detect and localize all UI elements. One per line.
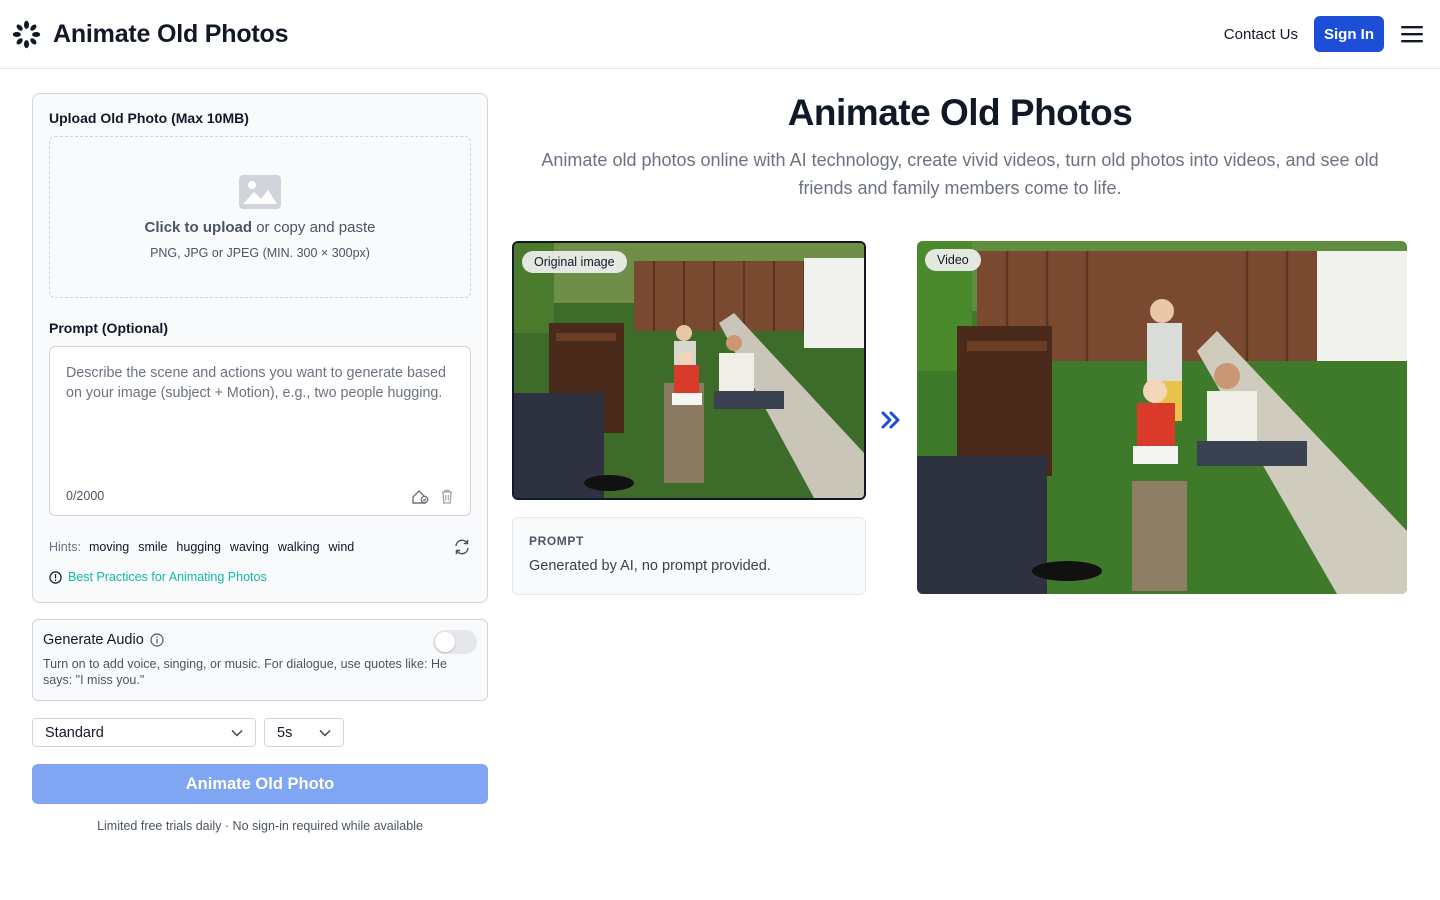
toggle-knob	[435, 632, 455, 652]
header-actions: Contact Us Sign In	[1224, 16, 1428, 52]
original-image-badge: Original image	[522, 251, 627, 273]
prompt-textarea[interactable]: Describe the scene and actions you want …	[49, 346, 471, 516]
copy-paste-text: or copy and paste	[252, 218, 376, 236]
video-badge: Video	[925, 249, 981, 271]
best-practices-label: Best Practices for Animating Photos	[68, 570, 267, 584]
click-to-upload[interactable]: Click to upload	[145, 219, 253, 236]
prompt-label: Prompt (Optional)	[49, 320, 168, 336]
duration-select[interactable]: 5s	[264, 718, 344, 747]
prompt-card-title: PROMPT	[529, 534, 584, 548]
brand-name: Animate Old Photos	[53, 19, 289, 48]
audio-title: Generate Audio	[43, 632, 144, 648]
page-title: Animate Old Photos	[787, 92, 1133, 133]
double-chevron-right-icon	[881, 411, 900, 429]
trial-note: Limited free trials daily · No sign-in r…	[97, 819, 423, 833]
best-practices-link[interactable]: Best Practices for Animating Photos	[49, 570, 471, 584]
hints-row: Hints: moving smile hugging waving walki…	[49, 538, 471, 556]
audio-toggle[interactable]	[433, 630, 477, 654]
prompt-tools	[410, 487, 454, 505]
prompt-info-card: PROMPT Generated by AI, no prompt provid…	[512, 517, 866, 595]
contact-us-link[interactable]: Contact Us	[1224, 26, 1298, 43]
top-header: Animate Old Photos Contact Us Sign In	[0, 0, 1440, 69]
info-circle-icon	[49, 570, 62, 584]
prompt-card-text: Generated by AI, no prompt provided.	[529, 558, 771, 574]
upload-dropzone[interactable]: Click to upload or copy and paste PNG, J…	[49, 136, 471, 298]
hint-waving[interactable]: waving	[230, 540, 269, 554]
hamburger-menu-icon	[1401, 26, 1423, 43]
hint-walking[interactable]: walking	[278, 540, 320, 554]
page-subtitle: Animate old photos online with AI techno…	[541, 150, 1379, 198]
chevron-down-icon	[231, 729, 243, 736]
video-preview-frame	[917, 241, 1407, 594]
duration-value: 5s	[277, 724, 293, 741]
options-row: Standard 5s	[32, 718, 488, 747]
hint-hugging[interactable]: hugging	[176, 540, 221, 554]
sign-in-button[interactable]: Sign In	[1314, 16, 1384, 52]
generate-audio-card: Generate Audio Turn on to add voice, sin…	[32, 619, 488, 701]
hint-smile[interactable]: smile	[138, 540, 167, 554]
hint-moving[interactable]: moving	[89, 540, 129, 554]
hints-label: Hints:	[49, 540, 81, 554]
trash-icon[interactable]	[440, 489, 454, 504]
hint-wind[interactable]: wind	[329, 540, 355, 554]
audio-title-row: Generate Audio	[43, 632, 477, 648]
upload-label: Upload Old Photo (Max 10MB)	[49, 110, 249, 126]
quality-value: Standard	[45, 724, 104, 741]
character-counter: 0/2000	[66, 489, 105, 503]
prompt-placeholder: Describe the scene and actions you want …	[66, 365, 446, 401]
sparkle-logo-icon	[12, 20, 41, 48]
menu-button[interactable]	[1396, 18, 1428, 50]
original-image-card: Original image	[512, 241, 866, 500]
original-photo	[514, 243, 864, 498]
image-placeholder-icon	[239, 174, 281, 209]
upload-formats: PNG, JPG or JPEG (MIN. 300 × 300px)	[150, 245, 370, 260]
info-icon[interactable]	[150, 633, 164, 647]
chevron-down-icon	[319, 729, 331, 736]
animate-old-photo-button[interactable]: Animate Old Photo	[32, 764, 488, 804]
audio-description: Turn on to add voice, singing, or music.…	[43, 657, 447, 687]
generator-panel: Upload Old Photo (Max 10MB) Click to upl…	[32, 93, 488, 833]
upload-instructions: Click to upload or copy and paste	[145, 219, 376, 236]
video-preview-card[interactable]: Video	[917, 241, 1407, 594]
magic-enhance-icon[interactable]	[410, 487, 430, 505]
quality-select[interactable]: Standard	[32, 718, 256, 747]
brand[interactable]: Animate Old Photos	[12, 19, 289, 49]
refresh-hints-icon[interactable]	[453, 538, 471, 556]
upload-card: Upload Old Photo (Max 10MB) Click to upl…	[32, 93, 488, 603]
